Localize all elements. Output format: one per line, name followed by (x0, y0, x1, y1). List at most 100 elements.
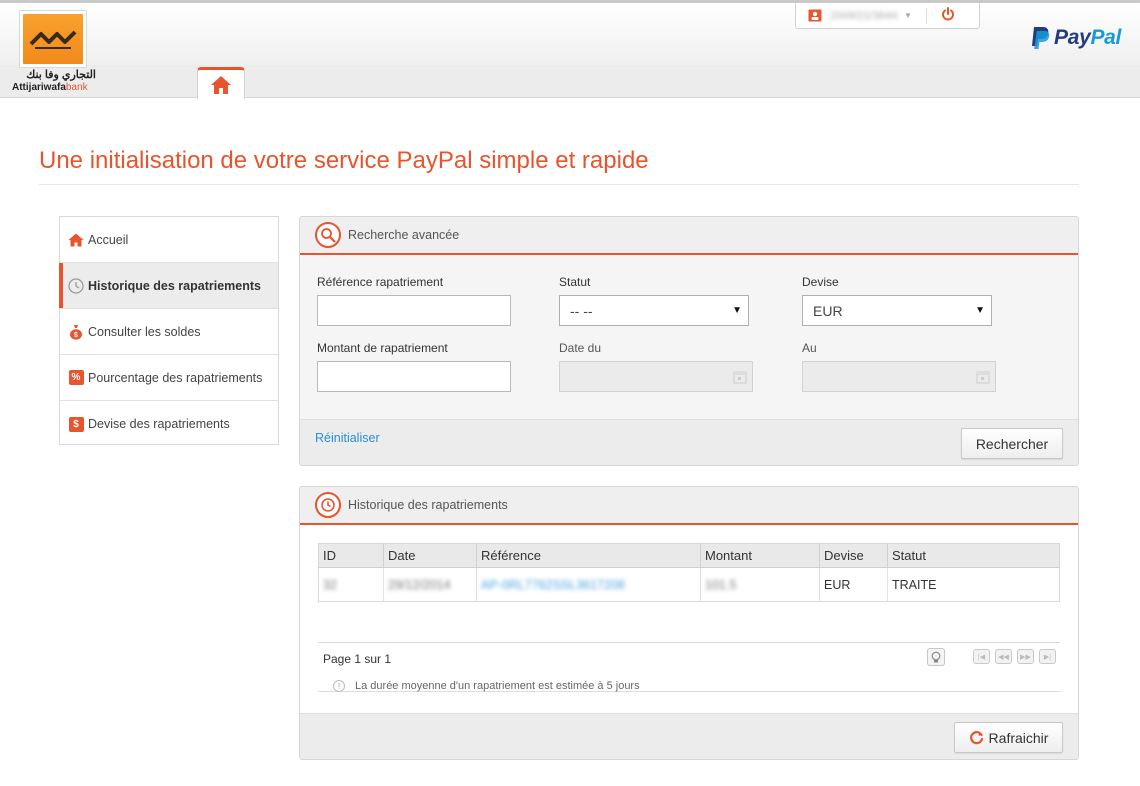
sidebar-menu: Accueil Historique des rapatriements $ C… (59, 216, 279, 445)
home-icon (68, 232, 84, 248)
date-to-label: Au (802, 341, 817, 355)
prev-page-icon: ◀◀ (998, 653, 1009, 661)
search-icon (315, 222, 341, 248)
first-page-button[interactable]: |◀ (973, 649, 990, 664)
last-page-button[interactable]: ▶| (1039, 649, 1056, 664)
percent-icon: % (68, 370, 84, 385)
bank-logo[interactable] (19, 10, 87, 68)
clock-icon (68, 277, 84, 294)
table-bottom-border (318, 642, 1060, 643)
user-separator (925, 7, 927, 24)
user-id: 2009/21/3644 (830, 9, 898, 22)
history-panel: Historique des rapatriements ID Date Réf… (299, 486, 1079, 760)
last-page-icon: ▶| (1043, 653, 1052, 661)
prev-page-button[interactable]: ◀◀ (995, 649, 1012, 664)
first-page-icon: |◀ (977, 653, 986, 661)
search-button[interactable]: Rechercher (961, 428, 1063, 459)
pager-text: Page 1 sur 1 (323, 652, 392, 666)
column-header-statut[interactable]: Statut (887, 543, 1060, 568)
column-header-montant[interactable]: Montant (700, 543, 820, 568)
next-page-button[interactable]: ▶▶ (1017, 649, 1034, 664)
paypal-logo: PayPal (1030, 26, 1121, 50)
column-header-date[interactable]: Date (383, 543, 477, 568)
row-statut: TRAITE (892, 577, 937, 592)
refresh-button[interactable]: Rafraichir (954, 722, 1063, 753)
search-form: Référence rapatriement Statut -- -- ▼ De… (300, 255, 1078, 419)
dropdown-arrow-icon: ▼ (975, 305, 985, 316)
calendar-icon[interactable] (976, 370, 990, 387)
row-date: 29/12/2014 (388, 577, 451, 592)
money-bag-icon: $ (68, 324, 84, 340)
page-title: Une initialisation de votre service PayP… (39, 147, 649, 174)
history-panel-title: Historique des rapatriements (348, 498, 508, 512)
home-tab[interactable] (197, 67, 245, 99)
row-id: 32 (323, 577, 337, 592)
bank-logo-icon (29, 30, 77, 49)
user-card-icon (808, 9, 822, 22)
reference-label: Référence rapatriement (317, 275, 444, 289)
sidebar-item-label: Pourcentage des rapatriements (88, 370, 263, 385)
devise-select[interactable]: EUR ▼ (802, 295, 992, 326)
reference-input[interactable] (317, 295, 511, 326)
header-nav-strip (0, 65, 1140, 98)
table-header-row: ID Date Référence Montant Devise Statut (318, 543, 1060, 568)
lightbulb-icon (931, 651, 941, 662)
dropdown-arrow-icon: ▼ (732, 305, 742, 316)
info-icon: ! (333, 680, 345, 692)
column-header-reference[interactable]: Référence (476, 543, 701, 568)
history-panel-header: Historique des rapatriements (300, 487, 1078, 525)
sidebar-item-label: Historique des rapatriements (88, 278, 261, 293)
sidebar-item-accueil[interactable]: Accueil (60, 217, 278, 263)
sidebar-item-pourcentage[interactable]: % Pourcentage des rapatriements (60, 355, 278, 401)
next-page-icon: ▶▶ (1020, 653, 1031, 661)
info-note: ! La durée moyenne d'un rapatriement est… (333, 680, 640, 692)
sidebar-item-label: Accueil (88, 232, 129, 247)
clock-icon (315, 492, 341, 518)
refresh-icon (969, 731, 983, 745)
reset-link[interactable]: Réinitialiser (315, 431, 380, 445)
bank-name: Attijariwafabank (12, 82, 88, 93)
row-devise: EUR (824, 577, 851, 592)
paypal-icon (1032, 27, 1050, 49)
logout-button[interactable] (941, 7, 955, 24)
statut-label: Statut (559, 275, 591, 289)
sidebar-item-soldes[interactable]: $ Consulter les soldes (60, 309, 278, 355)
lightbulb-button[interactable] (927, 648, 945, 666)
sidebar-item-label: Consulter les soldes (88, 324, 201, 339)
search-panel-footer: Réinitialiser Rechercher (300, 419, 1078, 465)
history-table: ID Date Référence Montant Devise Statut … (318, 543, 1060, 602)
statut-select[interactable]: -- -- ▼ (559, 295, 749, 326)
bank-name-arabic: التجاري وفا بنك (26, 69, 96, 81)
chevron-down-icon[interactable]: ▼ (904, 11, 912, 20)
title-divider (39, 184, 1079, 185)
sidebar-item-label: Devise des rapatriements (88, 417, 230, 431)
devise-label: Devise (802, 275, 839, 289)
statut-value: -- -- (570, 302, 593, 319)
date-from-input[interactable] (559, 361, 753, 392)
dollar-icon: $ (68, 416, 84, 432)
calendar-icon[interactable] (733, 370, 747, 387)
home-icon (211, 75, 231, 94)
column-header-devise[interactable]: Devise (819, 543, 888, 568)
table-row[interactable]: 32 29/12/2014 AP-0RL7762SSL3617208 101.5… (319, 567, 1060, 602)
search-panel-title: Recherche avancée (348, 228, 460, 242)
user-menu[interactable]: 2009/21/3644 ▼ (795, 3, 980, 29)
search-panel-header: Recherche avancée (300, 217, 1078, 255)
history-panel-footer: Rafraichir (300, 713, 1078, 759)
montant-input[interactable] (317, 361, 511, 392)
devise-value: EUR (813, 302, 843, 319)
info-text: La durée moyenne d'un rapatriement est e… (355, 680, 640, 692)
search-panel: Recherche avancée Référence rapatriement… (299, 216, 1079, 466)
date-from-label: Date du (559, 341, 602, 355)
svg-text:$: $ (74, 332, 78, 339)
date-to-input[interactable] (802, 361, 996, 392)
column-header-id[interactable]: ID (318, 543, 384, 568)
refresh-label: Rafraichir (988, 729, 1049, 746)
montant-label: Montant de rapatriement (317, 341, 448, 355)
paypal-wordmark: PayPal (1054, 26, 1122, 49)
row-montant: 101.5 (705, 577, 737, 592)
power-icon (941, 7, 954, 21)
row-reference-link[interactable]: AP-0RL7762SSL3617208 (481, 578, 625, 592)
sidebar-item-historique[interactable]: Historique des rapatriements (59, 263, 278, 309)
sidebar-item-devise[interactable]: $ Devise des rapatriements (60, 401, 278, 447)
